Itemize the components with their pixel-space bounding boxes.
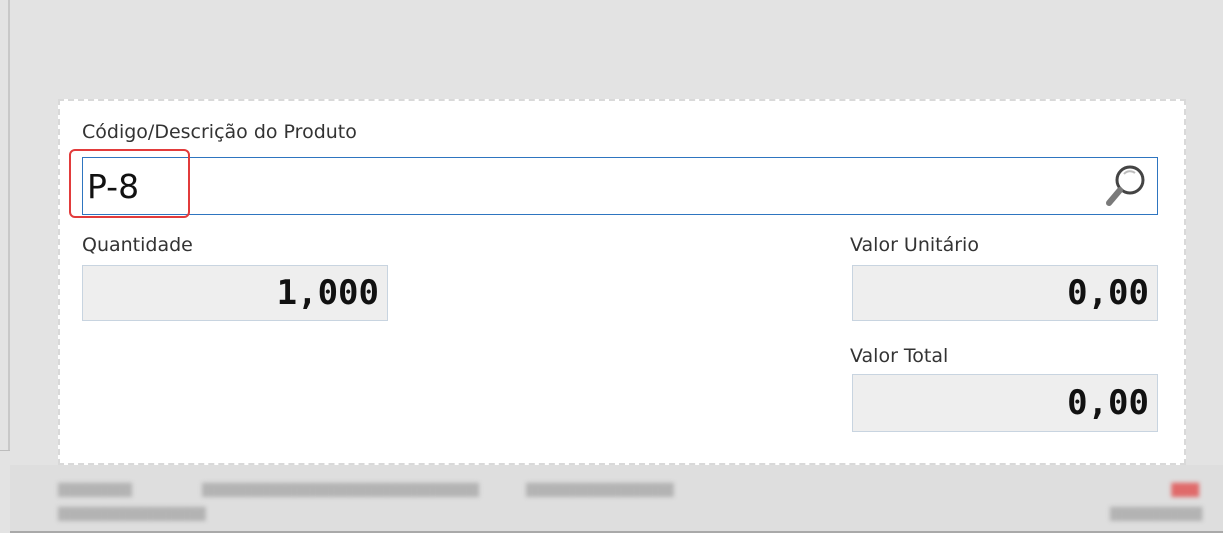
status-text-blurred: ████████: [58, 483, 132, 497]
product-entry-panel: Código/Descrição do Produto Quantidade 1…: [58, 99, 1186, 465]
total-field: 0,00: [852, 374, 1158, 432]
status-text-blurred: ████████████████: [526, 483, 674, 497]
status-text-blurred: ████████████████: [58, 507, 206, 521]
total-label: Valor Total: [850, 345, 949, 367]
quantity-field[interactable]: 1,000: [82, 265, 388, 321]
left-divider: [8, 0, 10, 450]
status-alert-blurred: ███: [1171, 483, 1199, 497]
quantity-label: Quantidade: [82, 234, 193, 256]
product-label: Código/Descrição do Produto: [82, 121, 357, 143]
status-text-blurred: ██████████████████████████████: [202, 483, 479, 497]
status-bar-blurred: ████████ ██████████████████████████████ …: [10, 465, 1223, 533]
left-divider-low: [0, 450, 10, 451]
unit-price-label: Valor Unitário: [850, 234, 979, 256]
status-text-blurred: ██████████: [1110, 507, 1203, 521]
search-icon[interactable]: [1104, 163, 1148, 209]
unit-price-field[interactable]: 0,00: [852, 265, 1158, 321]
product-search-input[interactable]: [82, 157, 1158, 215]
